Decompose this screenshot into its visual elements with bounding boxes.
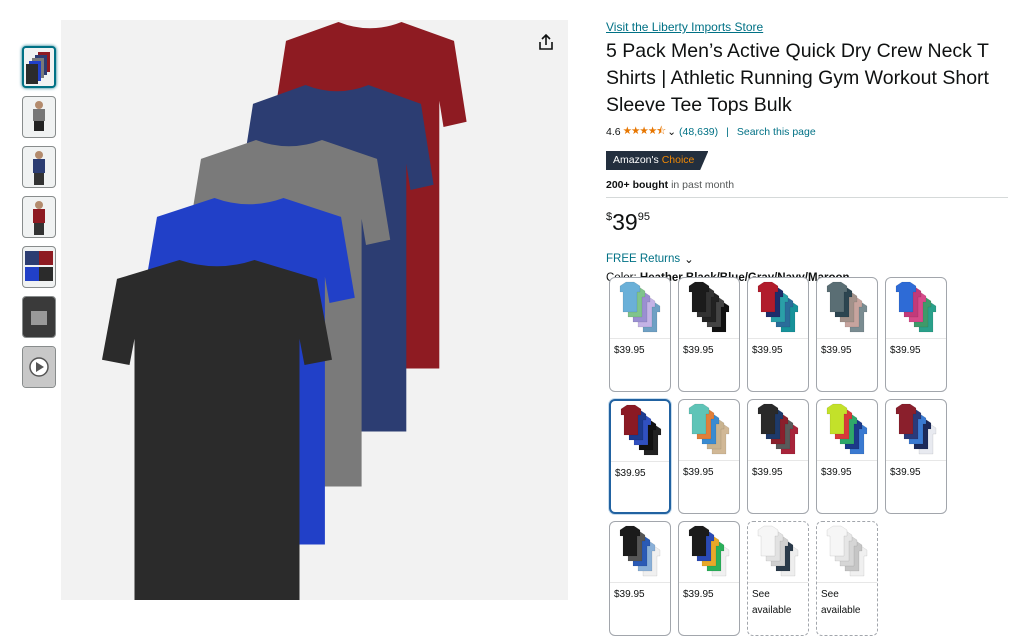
swatch-price: See available bbox=[752, 589, 792, 616]
thumbnail-2[interactable] bbox=[22, 96, 56, 138]
swatch-price: $39.95 bbox=[752, 467, 783, 478]
swatch-price: $39.95 bbox=[615, 468, 646, 479]
color-swatch[interactable]: $39.95 bbox=[747, 399, 809, 514]
color-swatch[interactable]: $39.95 bbox=[609, 521, 671, 636]
swatch-price: $39.95 bbox=[890, 467, 921, 478]
share-icon[interactable] bbox=[536, 32, 556, 52]
product-title: 5 Pack Men’s Active Quick Dry Crew Neck … bbox=[606, 40, 989, 116]
bought-rest: in past month bbox=[671, 179, 735, 191]
price-fraction: 95 bbox=[637, 211, 650, 223]
swatch-image bbox=[748, 522, 808, 583]
swatch-image bbox=[817, 278, 877, 339]
rating-value: 4.6 bbox=[606, 126, 621, 138]
color-swatch[interactable]: $39.95 bbox=[609, 277, 671, 392]
price-whole: 39 bbox=[612, 209, 638, 235]
swatch-image bbox=[748, 400, 808, 461]
price: $ 39 95 bbox=[606, 208, 1008, 238]
thumbnail-3[interactable] bbox=[22, 146, 56, 188]
swatch-image bbox=[610, 522, 670, 583]
ratings-count-link[interactable]: (48,639) bbox=[679, 126, 718, 138]
color-swatch[interactable]: $39.95 bbox=[885, 277, 947, 392]
swatch-price: $39.95 bbox=[890, 345, 921, 356]
swatch-image bbox=[748, 278, 808, 339]
thumbnail-1[interactable] bbox=[22, 46, 56, 88]
thumbnail-6[interactable] bbox=[22, 296, 56, 338]
free-returns-link[interactable]: FREE Returns ⌄ bbox=[606, 252, 1008, 266]
thumbnail-rail bbox=[22, 46, 56, 396]
color-swatch[interactable]: $39.95 bbox=[816, 399, 878, 514]
color-swatch[interactable]: $39.95 bbox=[747, 277, 809, 392]
swatch-image bbox=[817, 522, 877, 583]
badge-suffix: Choice bbox=[661, 154, 695, 166]
main-product-image[interactable] bbox=[61, 20, 568, 607]
swatch-image bbox=[817, 400, 877, 461]
search-this-page-link[interactable]: Search this page bbox=[737, 126, 816, 138]
chevron-down-icon[interactable]: ⌄ bbox=[667, 126, 676, 138]
chevron-down-icon: ⌄ bbox=[684, 254, 694, 266]
color-swatch[interactable]: See available bbox=[747, 521, 809, 636]
thumbnail-5[interactable] bbox=[22, 246, 56, 288]
swatch-image bbox=[679, 400, 739, 461]
color-swatch[interactable]: $39.95 bbox=[678, 399, 740, 514]
swatch-price: $39.95 bbox=[821, 345, 852, 356]
thumbnail-4[interactable] bbox=[22, 196, 56, 238]
color-swatch[interactable]: $39.95 bbox=[678, 521, 740, 636]
color-swatch[interactable]: See available bbox=[816, 521, 878, 636]
swatch-image bbox=[610, 278, 670, 339]
swatch-price: $39.95 bbox=[683, 345, 714, 356]
amazons-choice-badge[interactable]: Amazon's Choice bbox=[606, 151, 709, 170]
swatch-price: See available bbox=[821, 589, 861, 616]
swatch-price: $39.95 bbox=[614, 345, 645, 356]
swatch-price: $39.95 bbox=[821, 467, 852, 478]
black-shirt bbox=[102, 260, 332, 607]
store-link[interactable]: Visit the Liberty Imports Store bbox=[606, 20, 1008, 34]
swatch-image bbox=[886, 400, 946, 461]
color-swatch[interactable]: $39.95 bbox=[816, 277, 878, 392]
free-returns-label: FREE Returns bbox=[606, 253, 681, 265]
product-info: Visit the Liberty Imports Store 5 Pack M… bbox=[606, 20, 1008, 284]
color-swatch[interactable]: $39.95 bbox=[885, 399, 947, 514]
swatch-image bbox=[679, 278, 739, 339]
star-rating-icon[interactable]: ★★★★⯪ bbox=[623, 123, 667, 141]
divider: | bbox=[726, 126, 729, 138]
badge-prefix: Amazon's bbox=[613, 154, 659, 166]
color-swatch[interactable]: $39.95 bbox=[609, 399, 671, 514]
swatch-price: $39.95 bbox=[683, 589, 714, 600]
color-swatch[interactable]: $39.95 bbox=[678, 277, 740, 392]
rating-row: 4.6 ★★★★⯪ ⌄ (48,639) | Search this page bbox=[606, 123, 1008, 141]
swatch-image bbox=[611, 401, 669, 462]
video-thumbnail[interactable] bbox=[22, 346, 56, 388]
swatch-price: $39.95 bbox=[752, 345, 783, 356]
swatch-price: $39.95 bbox=[614, 589, 645, 600]
swatch-image bbox=[886, 278, 946, 339]
bought-count: 200+ bought bbox=[606, 179, 669, 191]
swatch-image bbox=[679, 522, 739, 583]
bought-in-past-month: 200+ bought in past month bbox=[606, 179, 1008, 198]
swatch-price: $39.95 bbox=[683, 467, 714, 478]
